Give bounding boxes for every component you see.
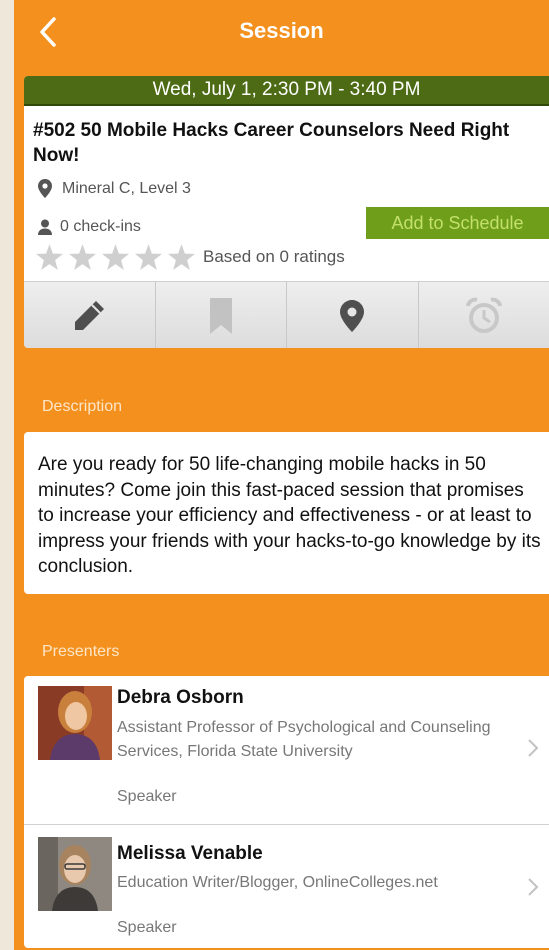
add-note-button[interactable] (24, 282, 156, 348)
presenter-name: Melissa Venable (117, 843, 263, 864)
presenter-role: Speaker (117, 788, 177, 805)
add-to-schedule-button[interactable]: Add to Schedule (366, 207, 549, 239)
star-icon[interactable] (168, 244, 195, 270)
session-title: #502 50 Mobile Hacks Career Counselors N… (33, 120, 510, 166)
location-row: Mineral C, Level 3 (38, 179, 191, 198)
action-bar (24, 281, 549, 348)
reminder-button[interactable] (419, 282, 549, 348)
session-location: Mineral C, Level 3 (62, 179, 191, 197)
pencil-icon (75, 300, 105, 330)
rating-summary: Based on 0 ratings (203, 247, 345, 266)
chevron-right-icon (528, 739, 539, 757)
star-icon[interactable] (135, 244, 162, 270)
description-heading: Description (42, 398, 123, 415)
session-datetime: Wed, July 1, 2:30 PM - 3:40 PM (24, 76, 549, 106)
presenters-heading: Presenters (42, 643, 120, 660)
star-rating[interactable] (36, 244, 201, 270)
avatar (38, 686, 112, 760)
description-card: Are you ready for 50 life-changing mobil… (24, 432, 549, 594)
presenter-title: Assistant Professor of Psychological and… (117, 719, 491, 760)
map-pin-icon (38, 179, 52, 198)
person-icon (38, 219, 52, 235)
bookmark-icon (209, 297, 232, 334)
app-screen: Session Wed, July 1, 2:30 PM - 3:40 PM #… (14, 0, 549, 950)
rating-row: Based on 0 ratings (36, 244, 345, 270)
checkin-count: 0 check-ins (60, 218, 141, 235)
alarm-clock-icon (465, 297, 502, 333)
session-description: Are you ready for 50 life-changing mobil… (38, 454, 541, 577)
bookmark-button[interactable] (156, 282, 287, 348)
presenter-title: Education Writer/Blogger, OnlineColleges… (117, 874, 438, 891)
star-icon[interactable] (102, 244, 129, 270)
map-pin-icon (340, 299, 365, 332)
presenter-role: Speaker (117, 919, 177, 936)
page-title: Session (239, 18, 324, 43)
avatar (38, 837, 112, 911)
presenter-row[interactable]: Melissa Venable Education Writer/Blogger… (24, 825, 549, 948)
star-icon[interactable] (36, 244, 63, 270)
session-card: Wed, July 1, 2:30 PM - 3:40 PM #502 50 M… (24, 76, 549, 348)
presenter-name: Debra Osborn (117, 687, 244, 708)
navigation-bar: Session (14, 0, 549, 64)
star-icon[interactable] (69, 244, 96, 270)
chevron-right-icon (528, 878, 539, 896)
checkin-row: 0 check-ins (38, 218, 141, 236)
presenter-row[interactable]: Debra Osborn Assistant Professor of Psyc… (24, 676, 549, 825)
map-button[interactable] (287, 282, 419, 348)
